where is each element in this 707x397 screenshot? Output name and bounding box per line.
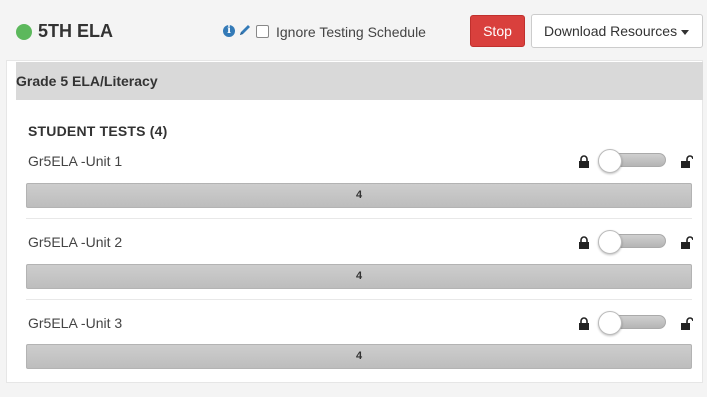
lock-toggle[interactable] — [598, 149, 668, 173]
stop-button[interactable]: Stop — [470, 15, 525, 47]
test-name: Gr5ELA -Unit 2 — [28, 234, 123, 250]
download-resources-label: Download Resources — [544, 23, 678, 39]
download-resources-button[interactable]: Download Resources — [531, 14, 703, 48]
lock-open-icon — [681, 317, 693, 330]
test-student-count: 4 — [355, 350, 363, 362]
caret-down-icon — [681, 29, 690, 35]
class-header: 5TH ELA i Ignore Testing Schedule Stop D… — [0, 0, 707, 62]
test-progress-bar: 4 — [26, 183, 692, 208]
row-divider — [26, 218, 692, 219]
ignore-schedule-checkbox[interactable] — [256, 25, 269, 38]
lock-closed-icon — [579, 155, 589, 168]
lock-closed-icon — [579, 317, 589, 330]
lock-toggle[interactable] — [598, 311, 668, 335]
test-progress-bar: 4 — [26, 264, 692, 289]
status-indicator — [16, 24, 32, 40]
class-title: 5TH ELA — [38, 21, 114, 41]
row-divider — [26, 299, 692, 300]
info-icon[interactable]: i — [223, 25, 235, 37]
test-student-count: 4 — [355, 189, 363, 201]
lock-toggle[interactable] — [598, 230, 668, 254]
ignore-schedule-label: Ignore Testing Schedule — [276, 24, 426, 40]
test-panel — [6, 60, 703, 383]
test-name: Gr5ELA -Unit 3 — [28, 315, 123, 331]
panel-heading-text: Grade 5 ELA/Literacy — [16, 73, 158, 89]
lock-open-icon — [681, 155, 693, 168]
test-student-count: 4 — [355, 270, 363, 282]
pencil-icon[interactable] — [238, 22, 252, 38]
lock-closed-icon — [579, 236, 589, 249]
test-progress-bar: 4 — [26, 344, 692, 369]
lock-open-icon — [681, 236, 693, 249]
test-name: Gr5ELA -Unit 1 — [28, 153, 123, 169]
student-tests-header: STUDENT TESTS (4) — [28, 123, 168, 139]
